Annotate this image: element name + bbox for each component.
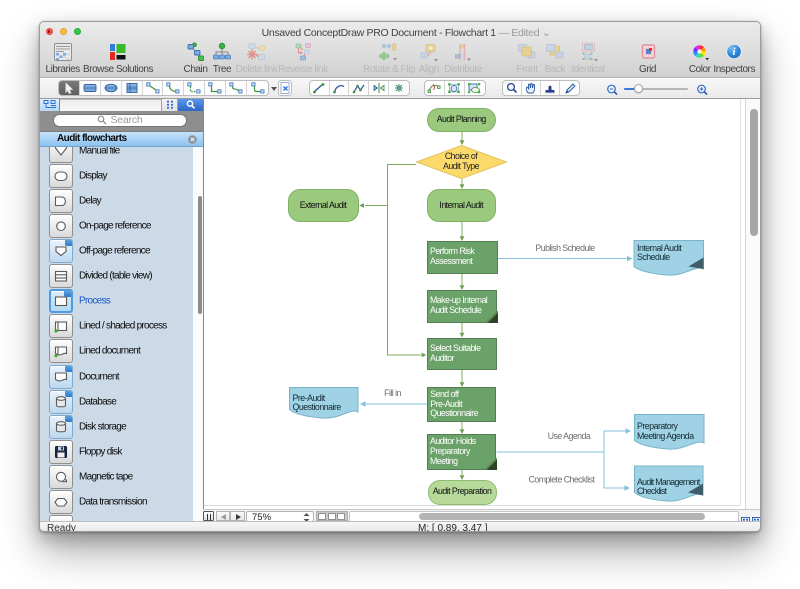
svg-text:Publish Schedule: Publish Schedule xyxy=(535,243,595,253)
svg-text:Fill in: Fill in xyxy=(384,388,401,398)
svg-text:Complete Checklist: Complete Checklist xyxy=(528,475,595,485)
svg-text:Use Agenda: Use Agenda xyxy=(547,431,590,441)
